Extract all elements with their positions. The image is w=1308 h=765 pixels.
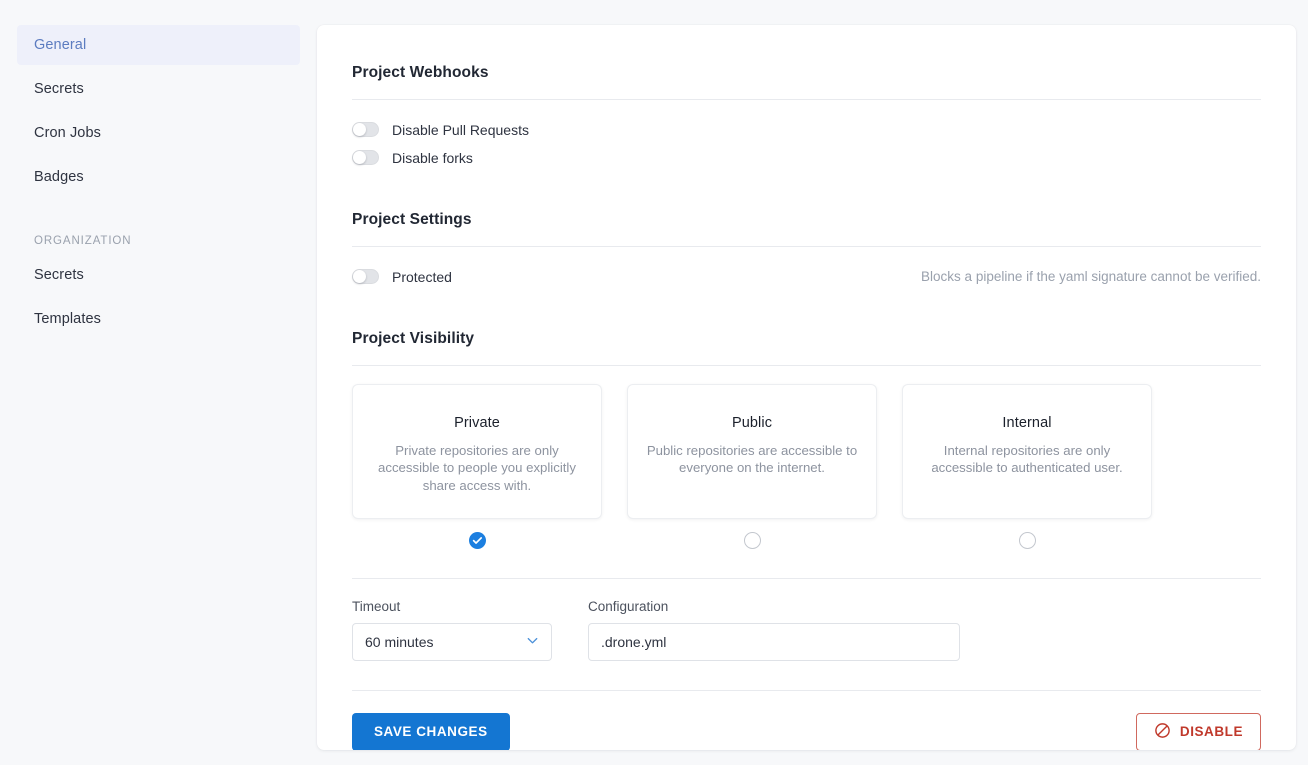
visibility-card-row: Private Private repositories are only ac… (352, 383, 1261, 549)
sidebar-item-label: Secrets (34, 267, 84, 283)
toggle-label: Disable Pull Requests (392, 121, 529, 138)
visibility-card-description: Private repositories are only accessible… (378, 442, 576, 493)
visibility-card-private[interactable]: Private Private repositories are only ac… (352, 383, 602, 519)
visibility-card-title: Private (454, 414, 500, 431)
visibility-card-public[interactable]: Public Public repositories are accessibl… (627, 383, 877, 519)
timeout-field-group: Timeout 60 minutes (352, 599, 552, 661)
timeout-selected-value: 60 minutes (365, 633, 434, 650)
sidebar-item-label: General (34, 37, 87, 53)
sidebar-item-org-secrets[interactable]: Secrets (17, 255, 300, 295)
visibility-radio-row (352, 531, 602, 549)
visibility-option-public: Public Public repositories are accessibl… (627, 383, 877, 549)
configuration-field-group: Configuration (588, 599, 960, 661)
sidebar-org-nav-list: Secrets Templates (0, 255, 317, 339)
visibility-option-private: Private Private repositories are only ac… (352, 383, 602, 549)
disable-button-label: DISABLE (1179, 724, 1243, 740)
disable-button[interactable]: DISABLE (1135, 712, 1261, 750)
toggle-knob (353, 151, 366, 165)
radio-public[interactable] (743, 531, 761, 549)
visibility-option-internal: Internal Internal repositories are only … (902, 383, 1152, 549)
settings-content-card: Project Webhooks Disable Pull Requests D… (317, 25, 1296, 750)
sidebar-section-organization: ORGANIZATION (34, 235, 132, 247)
check-icon (472, 536, 482, 544)
toggle-row-disable-forks: Disable forks (352, 144, 1261, 172)
toggle-label: Protected (392, 268, 452, 285)
toggle-knob (353, 270, 366, 284)
sidebar-nav-list: General Secrets Cron Jobs Badges (0, 25, 317, 197)
visibility-radio-row (627, 531, 877, 549)
toggle-disable-pull-requests[interactable] (352, 122, 379, 138)
settings-sidebar: General Secrets Cron Jobs Badges ORGANIZ… (0, 0, 317, 765)
section-title-project-settings: Project Settings (352, 210, 472, 228)
visibility-card-title: Public (731, 414, 773, 431)
form-actions: SAVE CHANGES DISABLE (352, 691, 1261, 750)
visibility-card-title: Internal (1002, 414, 1052, 431)
visibility-card-description: Public repositories are accessible to ev… (646, 442, 858, 476)
ban-icon (1154, 722, 1171, 742)
toggle-label: Disable forks (392, 149, 473, 166)
section-title-project-visibility: Project Visibility (352, 329, 475, 347)
toggle-disable-forks[interactable] (352, 150, 379, 166)
sidebar-item-label: Secrets (34, 81, 84, 97)
radio-internal[interactable] (1018, 531, 1036, 549)
visibility-card-internal[interactable]: Internal Internal repositories are only … (902, 383, 1152, 519)
project-settings-group: Protected Blocks a pipeline if the yaml … (352, 247, 1261, 291)
visibility-options: Private Private repositories are only ac… (352, 366, 1261, 549)
timeout-select[interactable]: 60 minutes (352, 622, 552, 661)
configuration-label: Configuration (588, 598, 669, 614)
webhook-toggle-group: Disable Pull Requests Disable forks (352, 100, 1261, 172)
sidebar-item-secrets[interactable]: Secrets (17, 69, 300, 109)
sidebar-item-label: Cron Jobs (34, 125, 101, 141)
toggle-row-disable-pull-requests: Disable Pull Requests (352, 116, 1261, 144)
save-changes-button[interactable]: SAVE CHANGES (352, 712, 510, 750)
sidebar-item-badges[interactable]: Badges (17, 157, 300, 197)
sidebar-item-label: Templates (34, 311, 101, 327)
toggle-protected[interactable] (352, 269, 379, 285)
toggle-knob (353, 123, 366, 137)
section-title-project-webhooks: Project Webhooks (352, 63, 489, 81)
toggle-row-protected: Protected Blocks a pipeline if the yaml … (352, 263, 1261, 291)
visibility-radio-row (902, 531, 1152, 549)
timeout-label: Timeout (352, 598, 401, 614)
settings-fields: Timeout 60 minutes Configuration (352, 579, 1261, 661)
visibility-card-description: Internal repositories are only accessibl… (931, 442, 1123, 476)
radio-private[interactable] (468, 531, 486, 549)
configuration-input[interactable] (588, 622, 960, 661)
sidebar-item-org-templates[interactable]: Templates (17, 299, 300, 339)
settings-page: General Secrets Cron Jobs Badges ORGANIZ… (0, 0, 1308, 765)
sidebar-item-label: Badges (34, 169, 84, 185)
sidebar-item-cron-jobs[interactable]: Cron Jobs (17, 113, 300, 153)
chevron-down-icon (525, 633, 540, 651)
protected-hint-text: Blocks a pipeline if the yaml signature … (921, 269, 1261, 285)
sidebar-item-general[interactable]: General (17, 25, 300, 65)
